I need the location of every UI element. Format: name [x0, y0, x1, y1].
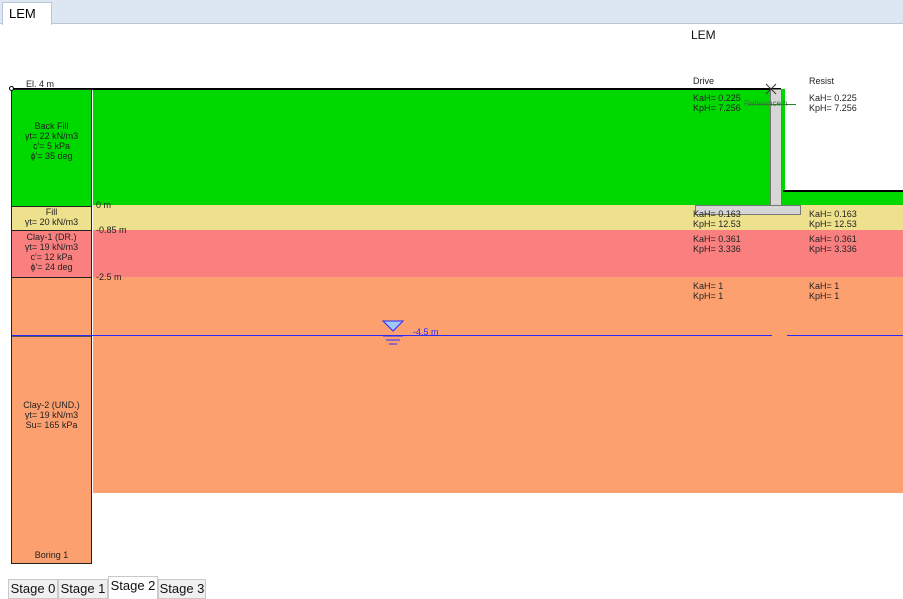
elevation-label: El. 4 m — [26, 79, 55, 89]
depth-label-2: -2.5 m — [96, 272, 122, 282]
coef-resist-back-fill: KaH= 0.225 KpH= 7.256 — [809, 93, 857, 113]
ground-surface-line-right — [783, 190, 903, 192]
coef-resist-fill: KaH= 0.163 KpH= 12.53 — [809, 209, 857, 229]
coef-drive-back-fill: KaH= 0.225 KpH= 7.256 — [693, 93, 741, 113]
coef-drive-fill: KaH= 0.163 KpH= 12.53 — [693, 209, 741, 229]
layer-label-back-fill: Back Fill γt= 22 kN/m3 c'= 5 kPa ϕ'= 35 … — [24, 121, 79, 161]
coef-resist-clay1: KaH= 0.361 KpH= 3.336 — [809, 234, 857, 254]
tab-stage-2[interactable]: Stage 2 — [108, 576, 158, 599]
wall-reference-label: Reference h — [744, 99, 788, 108]
canvas-title: LEM — [691, 28, 716, 42]
tab-stage-0[interactable]: Stage 0 — [8, 579, 58, 599]
water-table-icon — [381, 320, 405, 345]
boring-label: Boring 1 — [34, 550, 69, 560]
layer-label-fill: Fill γt= 20 kN/m3 — [24, 207, 79, 227]
water-table-line-right — [787, 335, 903, 336]
drive-header: Drive — [693, 76, 715, 86]
coef-drive-clay1: KaH= 0.361 KpH= 3.336 — [693, 234, 741, 254]
elevation-marker — [9, 86, 14, 91]
layer-clay1-area — [93, 230, 903, 277]
boring-waterline-divider — [12, 336, 91, 337]
window-tab-lem[interactable]: LEM — [2, 2, 52, 25]
water-level-label: -4.5 m — [413, 327, 439, 337]
resist-header: Resist — [809, 76, 835, 86]
ground-surface-line-left — [11, 88, 781, 90]
tab-stage-3[interactable]: Stage 3 — [158, 579, 206, 599]
depth-label-1: -0.85 m — [96, 225, 127, 235]
coef-drive-clay2: KaH= 1 KpH= 1 — [693, 281, 724, 301]
tab-stage-1[interactable]: Stage 1 — [58, 579, 108, 599]
window-tab-bar — [0, 0, 903, 24]
layer-clay2-area — [93, 277, 903, 493]
wall-top-marker-icon — [765, 83, 777, 95]
layer-label-clay2: Clay-2 (UND.) γt= 19 kN/m3 Su= 165 kPa — [23, 400, 80, 430]
depth-label-0: 0 m — [96, 200, 112, 210]
layer-label-clay1: Clay-1 (DR.) γt= 19 kN/m3 c'= 12 kPa ϕ'=… — [24, 232, 79, 272]
coef-resist-clay2: KaH= 1 KpH= 1 — [809, 281, 840, 301]
